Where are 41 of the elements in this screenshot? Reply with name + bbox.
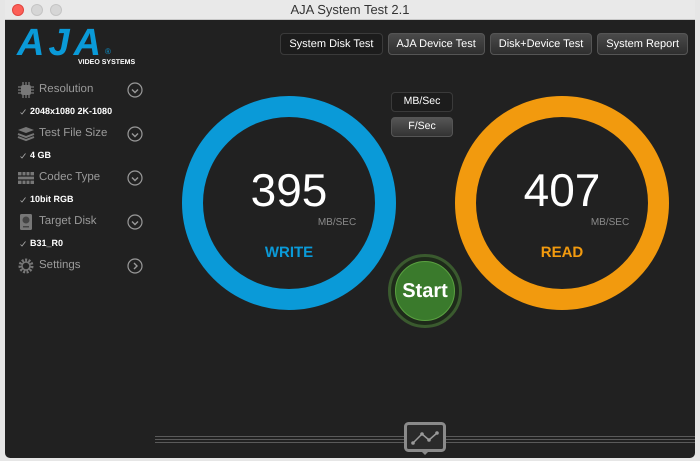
gauge-value: 407 [524,167,600,213]
tab[interactable]: AJA Device Test [388,33,485,55]
dropdown-chevron-icon[interactable] [127,126,143,142]
gauge-value: 395 [250,167,328,213]
sidebar-label: Test File Size [39,126,108,142]
stack-icon [17,125,35,143]
unit-toggle-button[interactable]: F/Sec [391,117,453,137]
sidebar-value: 10bit RGB [30,193,74,206]
close-button[interactable] [12,4,24,16]
hard-drive-icon [17,213,35,231]
gauge-unit: MB/SEC [590,216,630,230]
tab[interactable]: System Report [597,33,688,55]
chevron-right-icon[interactable] [127,258,143,274]
registered-mark: ® [105,48,111,56]
checkmark-icon [20,153,26,159]
tab[interactable]: System Disk Test [280,33,382,55]
checkmark-icon [20,197,26,203]
sidebar-label: Target Disk [39,214,98,230]
sidebar-value: B31_R0 [30,237,64,250]
dropdown-chevron-icon[interactable] [127,214,143,230]
checkmark-icon [20,241,26,247]
start-button[interactable]: Start [388,254,462,328]
gauge-label: READ [540,243,584,263]
dropdown-chevron-icon[interactable] [127,82,143,98]
sidebar-label: Settings [39,258,82,274]
sidebar-value: 4 GB [30,149,52,162]
dropdown-chevron-icon[interactable] [127,170,143,186]
sidebar-value: 2048x1080 2K-1080 [30,105,112,118]
checkmark-icon [20,109,26,115]
film-icon [17,169,35,187]
chip-icon [17,81,35,99]
gauge-unit: MB/SEC [318,216,356,230]
gear-icon [17,257,35,275]
sidebar-label: Codec Type [39,170,102,186]
gauge-label: WRITE [264,243,314,263]
unit-toggle-button[interactable]: MB/Sec [391,92,453,112]
window-title: AJA System Test 2.1 [290,0,410,19]
logo-wordmark: AJA [17,28,106,58]
sidebar-label: Resolution [39,82,94,98]
tab[interactable]: Disk+Device Test [490,33,592,55]
graph-button-icon[interactable] [404,422,446,456]
